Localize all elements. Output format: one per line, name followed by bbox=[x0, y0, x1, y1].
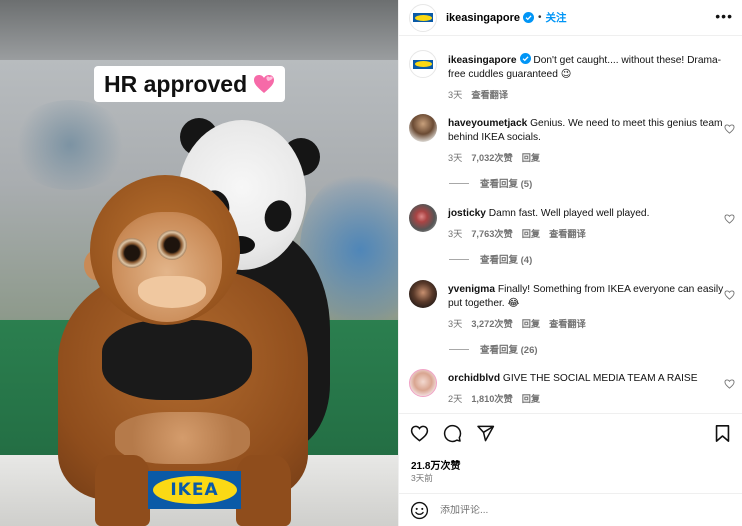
caption-meta: 3天 查看翻译 bbox=[448, 87, 738, 101]
reply-button[interactable]: 回复 bbox=[522, 226, 540, 240]
commenter-avatar[interactable] bbox=[409, 114, 437, 142]
reply-button[interactable]: 回复 bbox=[522, 391, 540, 405]
ikea-logo: IKEA bbox=[148, 471, 241, 509]
caption-text: HR approved bbox=[104, 70, 248, 97]
comment-username[interactable]: josticky bbox=[448, 208, 486, 219]
photo-caption: HR approved bbox=[94, 66, 286, 102]
comment-likes[interactable]: 7,032次赞 bbox=[471, 150, 512, 164]
comment-text: josticky Damn fast. Well played well pla… bbox=[448, 207, 738, 221]
comment-heart-icon[interactable] bbox=[724, 379, 735, 389]
comment-body: GIVE THE SOCIAL MEDIA TEAM A RAISE bbox=[502, 373, 698, 384]
more-icon[interactable]: ••• bbox=[715, 9, 733, 23]
view-replies[interactable]: 查看回复 (5) bbox=[449, 176, 532, 190]
comment-meta: 3天 3,272次赞 回复 查看翻译 bbox=[448, 316, 738, 330]
comment-text: yvenigma Finally! Something from IKEA ev… bbox=[448, 283, 738, 311]
comment-meta: 3天 7,032次赞 回复 bbox=[448, 150, 738, 164]
action-icons bbox=[410, 424, 495, 443]
share-icon[interactable] bbox=[476, 424, 495, 443]
comment-username[interactable]: orchidblvd bbox=[448, 373, 500, 384]
photo-watermark bbox=[383, 60, 389, 120]
post-actions: 21.8万次赞 3天前 bbox=[399, 413, 742, 483]
post-side-panel: ikeasingapore • 关注 ••• ikeasingapore Don… bbox=[398, 0, 742, 526]
translate-link[interactable]: 查看翻译 bbox=[471, 87, 508, 101]
view-replies-label[interactable]: 查看回复 (26) bbox=[480, 342, 538, 356]
orangutan-leg bbox=[236, 455, 291, 526]
translate-link[interactable]: 查看翻译 bbox=[549, 316, 586, 330]
likes-count[interactable]: 21.8万次赞 bbox=[411, 457, 460, 472]
comment-meta: 3天 7,763次赞 回复 查看翻译 bbox=[448, 226, 738, 240]
ikea-avatar[interactable] bbox=[409, 50, 437, 78]
verified-badge-icon bbox=[519, 53, 531, 64]
post-caption: ikeasingapore Don't get caught.... witho… bbox=[448, 53, 738, 82]
comment-input[interactable] bbox=[440, 504, 700, 516]
commenter-avatar[interactable] bbox=[409, 369, 437, 397]
ikea-logo-text: IKEA bbox=[170, 480, 219, 500]
orangutan-leg bbox=[95, 455, 150, 526]
comment-heart-icon[interactable] bbox=[724, 124, 735, 134]
view-replies-label[interactable]: 查看回复 (4) bbox=[480, 252, 532, 266]
comment-heart-icon[interactable] bbox=[724, 214, 735, 224]
view-replies-label[interactable]: 查看回复 (5) bbox=[480, 176, 532, 190]
commenter-avatar[interactable] bbox=[409, 204, 437, 232]
bookmark-icon[interactable] bbox=[714, 424, 731, 443]
post-viewer: HR approved IKEA ikeasingapore • 关注 ••• bbox=[0, 0, 742, 526]
replies-line bbox=[449, 258, 469, 260]
post-photo[interactable]: HR approved IKEA bbox=[0, 0, 398, 526]
heart-icon[interactable] bbox=[410, 424, 429, 443]
view-replies[interactable]: 查看回复 (4) bbox=[449, 252, 532, 266]
comment-likes[interactable]: 3,272次赞 bbox=[471, 316, 512, 330]
emoji-icon[interactable] bbox=[410, 501, 429, 520]
replies-line bbox=[449, 348, 469, 350]
comment-username[interactable]: yvenigma bbox=[448, 284, 495, 295]
comment-body: Damn fast. Well played well played. bbox=[488, 208, 650, 219]
caption-time: 3天 bbox=[448, 90, 463, 100]
comments-list[interactable]: ikeasingapore Don't get caught.... witho… bbox=[399, 44, 742, 412]
post-header: ikeasingapore • 关注 ••• bbox=[399, 0, 742, 36]
caption-username[interactable]: ikeasingapore bbox=[448, 55, 517, 66]
comment-likes[interactable]: 7,763次赞 bbox=[471, 226, 512, 240]
header-username[interactable]: ikeasingapore bbox=[446, 12, 520, 24]
add-comment-bar bbox=[399, 493, 742, 526]
comment-username[interactable]: haveyoumetjack bbox=[448, 118, 527, 129]
commenter-avatar[interactable] bbox=[409, 280, 437, 308]
comment-meta: 2天 1,810次赞 回复 bbox=[448, 391, 738, 405]
translate-link[interactable]: 查看翻译 bbox=[549, 226, 586, 240]
follow-button[interactable]: 关注 bbox=[546, 10, 567, 25]
reply-button[interactable]: 回复 bbox=[522, 150, 540, 164]
orangutan-mouth bbox=[138, 276, 206, 308]
comment-time: 2天 bbox=[448, 394, 463, 404]
ikea-avatar[interactable] bbox=[409, 3, 437, 32]
comment-likes[interactable]: 1,810次赞 bbox=[471, 391, 512, 405]
comment-time: 3天 bbox=[448, 319, 463, 329]
orangutan-eye bbox=[157, 230, 187, 260]
comment-time: 3天 bbox=[448, 229, 463, 239]
reply-button[interactable]: 回复 bbox=[522, 316, 540, 330]
orangutan-eye bbox=[117, 238, 147, 268]
header-separator: • bbox=[537, 12, 542, 23]
background-blur bbox=[10, 100, 130, 190]
comment-text: haveyoumetjack Genius. We need to meet t… bbox=[448, 117, 738, 145]
panda-arms bbox=[102, 320, 252, 400]
view-replies[interactable]: 查看回复 (26) bbox=[449, 342, 538, 356]
comment-time: 3天 bbox=[448, 153, 463, 163]
verified-badge-icon bbox=[522, 12, 534, 23]
comment-heart-icon[interactable] bbox=[724, 290, 735, 300]
comment-text: orchidblvd GIVE THE SOCIAL MEDIA TEAM A … bbox=[448, 372, 738, 386]
replies-line bbox=[449, 182, 469, 184]
background-shelf bbox=[0, 0, 398, 60]
post-time: 3天前 bbox=[411, 473, 433, 483]
comment-icon[interactable] bbox=[443, 424, 462, 443]
pink-hearts-icon bbox=[254, 75, 275, 93]
